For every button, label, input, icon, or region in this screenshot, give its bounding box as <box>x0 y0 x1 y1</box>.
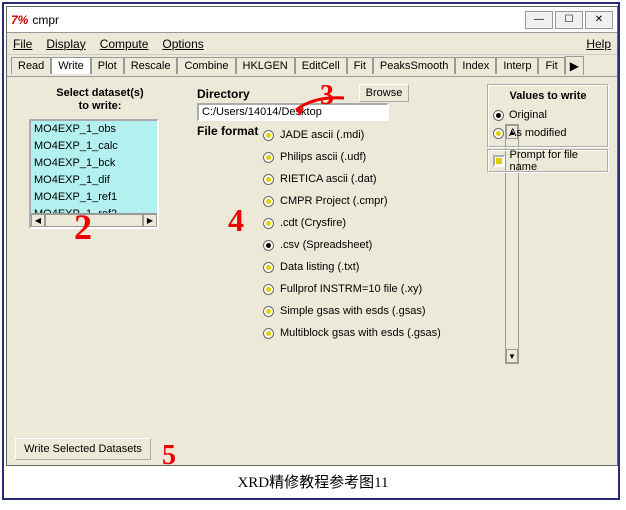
close-button[interactable]: ✕ <box>585 11 613 29</box>
format-radio-label: Philips ascii (.udf) <box>280 151 366 163</box>
figure-caption: XRD精修教程参考图11 <box>4 471 622 492</box>
format-radio-label: Fullprof INSTRM=10 file (.xy) <box>280 283 422 295</box>
values-title: Values to write <box>493 90 603 102</box>
scroll-right-icon[interactable]: ▶ <box>143 214 157 227</box>
format-radio[interactable] <box>263 196 274 207</box>
file-format-radiogroup: JADE ascii (.mdi) Philips ascii (.udf) RIE… <box>263 124 503 344</box>
values-to-write-box: Values to write Original As modified <box>487 84 609 148</box>
menu-display[interactable]: Display <box>46 37 85 51</box>
radio-original[interactable] <box>493 110 504 121</box>
tab-interp[interactable]: Interp <box>496 57 538 74</box>
tabbar: Read Write Plot Rescale Combine HKLGEN E… <box>7 55 617 77</box>
tabs-scroll-right[interactable]: ▶ <box>565 56 584 75</box>
listbox-hscroll[interactable]: ◀ ▶ <box>31 213 157 227</box>
list-item[interactable]: MO4EXP_1_dif <box>31 172 157 189</box>
file-format-label: File format <box>197 124 258 138</box>
format-radio[interactable] <box>263 174 274 185</box>
format-radio[interactable] <box>263 284 274 295</box>
list-item[interactable]: MO4EXP_1_ref1 <box>31 189 157 206</box>
directory-label: Directory <box>197 87 250 101</box>
tab-hklgen[interactable]: HKLGEN <box>236 57 295 74</box>
format-radio-label: .cdt (Crysfire) <box>280 217 346 229</box>
menu-help[interactable]: Help <box>586 37 611 51</box>
tab-index[interactable]: Index <box>455 57 496 74</box>
select-datasets-label: Select dataset(s) to write: <box>35 87 165 113</box>
tab-read[interactable]: Read <box>11 57 51 74</box>
format-radio[interactable] <box>263 240 274 251</box>
tab-plot[interactable]: Plot <box>91 57 124 74</box>
format-radio-label: .csv (Spreadsheet) <box>280 239 372 251</box>
datasets-listbox[interactable]: MO4EXP_1_obsMO4EXP_1_calcMO4EXP_1_bckMO4… <box>29 119 159 229</box>
browse-button[interactable]: Browse <box>359 84 409 102</box>
list-item[interactable]: MO4EXP_1_obs <box>31 121 157 138</box>
minimize-button[interactable]: — <box>525 11 553 29</box>
list-item[interactable]: MO4EXP_1_calc <box>31 138 157 155</box>
format-radio-label: Data listing (.txt) <box>280 261 359 273</box>
prompt-filename-label: Prompt for file name <box>510 149 603 173</box>
scroll-thumb[interactable] <box>45 214 143 227</box>
format-radio-label: RIETICA ascii (.dat) <box>280 173 377 185</box>
format-radio-label: Simple gsas with esds (.gsas) <box>280 305 426 317</box>
format-radio[interactable] <box>263 130 274 141</box>
format-radio[interactable] <box>263 218 274 229</box>
titlebar: 7% cmpr — ☐ ✕ <box>7 7 617 33</box>
write-selected-button[interactable]: Write Selected Datasets <box>15 438 151 460</box>
tab-write[interactable]: Write <box>51 57 90 74</box>
prompt-filename-checkbox[interactable] <box>493 155 505 167</box>
scroll-left-icon[interactable]: ◀ <box>31 214 45 227</box>
window-title: cmpr <box>32 13 59 27</box>
format-radio[interactable] <box>263 328 274 339</box>
format-radio-label: JADE ascii (.mdi) <box>280 129 364 141</box>
tab-editcell[interactable]: EditCell <box>295 57 347 74</box>
tab-rescale[interactable]: Rescale <box>124 57 178 74</box>
menu-options[interactable]: Options <box>162 37 203 51</box>
format-radio-label: CMPR Project (.cmpr) <box>280 195 388 207</box>
format-radio[interactable] <box>263 152 274 163</box>
directory-input[interactable] <box>197 103 389 121</box>
tab-extra[interactable]: Fit <box>538 57 564 74</box>
radio-as-modified-label: As modified <box>509 127 566 139</box>
maximize-button[interactable]: ☐ <box>555 11 583 29</box>
tab-fit[interactable]: Fit <box>347 57 373 74</box>
radio-as-modified[interactable] <box>493 128 504 139</box>
prompt-filename-box: Prompt for file name <box>487 149 609 173</box>
tk-icon: 7% <box>11 13 28 27</box>
tab-peaks[interactable]: PeaksSmooth <box>373 57 455 74</box>
radio-original-label: Original <box>509 109 547 121</box>
list-item[interactable]: MO4EXP_1_bck <box>31 155 157 172</box>
tab-combine[interactable]: Combine <box>177 57 235 74</box>
menu-file[interactable]: File <box>13 37 32 51</box>
menubar: File Display Compute Options Help <box>7 33 617 55</box>
format-radio[interactable] <box>263 262 274 273</box>
format-radio-label: Multiblock gsas with esds (.gsas) <box>280 327 441 339</box>
format-radio[interactable] <box>263 306 274 317</box>
scroll-down-icon[interactable]: ▼ <box>506 349 518 363</box>
menu-compute[interactable]: Compute <box>100 37 149 51</box>
